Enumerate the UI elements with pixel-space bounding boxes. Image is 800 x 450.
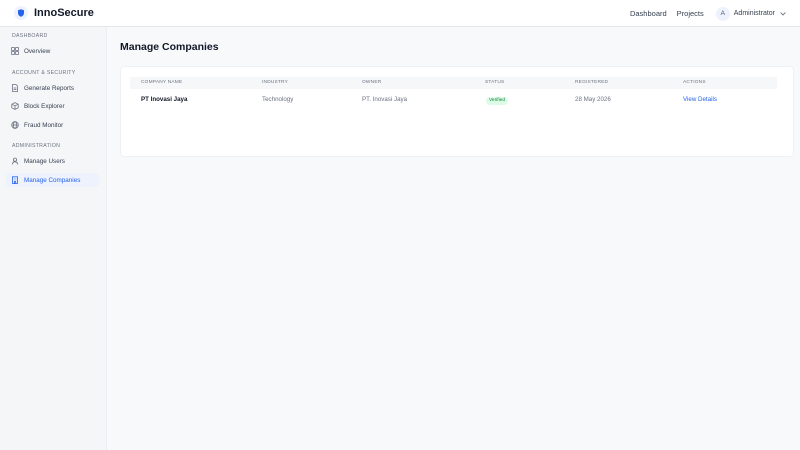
cube-icon bbox=[11, 102, 19, 110]
file-icon bbox=[11, 84, 19, 92]
sidebar-section-administration: ADMINISTRATION bbox=[12, 143, 61, 149]
column-header-status[interactable]: STATUS bbox=[485, 77, 504, 89]
sidebar-section-dashboard: DASHBOARD bbox=[12, 33, 48, 39]
sidebar-item-fraud-monitor[interactable]: Fraud Monitor bbox=[6, 118, 99, 132]
column-header-owner[interactable]: OWNER bbox=[362, 77, 381, 89]
sidebar-item-overview[interactable]: Overview bbox=[6, 44, 99, 58]
column-header-actions: ACTIONS bbox=[683, 80, 706, 85]
sidebar: DASHBOARD Overview ACCOUNT & SECURITY Ge… bbox=[0, 27, 107, 450]
sidebar-item-label: Generate Reports bbox=[24, 84, 75, 92]
main-content: Manage Companies COMPANY NAME INDUSTRY O… bbox=[107, 27, 800, 450]
column-header-company-name[interactable]: COMPANY NAME bbox=[141, 77, 182, 89]
sidebar-item-label: Manage Companies bbox=[24, 176, 81, 184]
grid-icon bbox=[11, 47, 19, 55]
user-icon bbox=[11, 157, 19, 165]
table-header: COMPANY NAME INDUSTRY OWNER STATUS REGIS… bbox=[130, 77, 777, 89]
sidebar-section-account-security: ACCOUNT & SECURITY bbox=[12, 70, 76, 76]
companies-table-card: COMPANY NAME INDUSTRY OWNER STATUS REGIS… bbox=[120, 66, 794, 157]
owner-cell: PT. Inovasi Jaya bbox=[362, 96, 408, 103]
sidebar-item-label: Block Explorer bbox=[24, 102, 65, 110]
building-icon bbox=[11, 176, 19, 184]
user-name: Administrator bbox=[733, 10, 775, 17]
nav-projects-link[interactable]: Projects bbox=[677, 9, 704, 18]
sidebar-item-block-explorer[interactable]: Block Explorer bbox=[6, 99, 99, 113]
sidebar-item-label: Fraud Monitor bbox=[24, 121, 64, 129]
sidebar-item-manage-companies[interactable]: Manage Companies bbox=[6, 173, 99, 187]
view-details-link[interactable]: View Details bbox=[683, 93, 717, 107]
top-navbar: InnoSecure Dashboard Projects A Administ… bbox=[0, 0, 800, 27]
sidebar-item-manage-users[interactable]: Manage Users bbox=[6, 154, 99, 168]
app-name: InnoSecure bbox=[34, 7, 94, 19]
user-menu[interactable]: A Administrator bbox=[715, 6, 786, 21]
page-title: Manage Companies bbox=[120, 41, 219, 53]
top-nav: Dashboard Projects A Administrator bbox=[630, 0, 800, 27]
column-header-registered[interactable]: REGISTERED bbox=[575, 77, 608, 89]
globe-icon bbox=[11, 121, 19, 129]
sidebar-item-label: Overview bbox=[24, 47, 51, 55]
status-badge: Verified bbox=[486, 97, 508, 105]
sidebar-item-label: Manage Users bbox=[24, 157, 65, 165]
chevron-down-icon bbox=[780, 11, 786, 16]
nav-dashboard-link[interactable]: Dashboard bbox=[630, 9, 667, 18]
avatar: A bbox=[715, 6, 730, 21]
column-header-industry[interactable]: INDUSTRY bbox=[262, 77, 288, 89]
sidebar-item-generate-reports[interactable]: Generate Reports bbox=[6, 81, 99, 95]
table-row: PT Inovasi Jaya Technology PT. Inovasi J… bbox=[130, 93, 777, 107]
registered-date-cell: 28 May 2026 bbox=[575, 96, 611, 103]
brand[interactable]: InnoSecure bbox=[14, 6, 94, 20]
industry-cell: Technology bbox=[262, 96, 294, 103]
shield-logo-icon bbox=[14, 6, 28, 20]
company-name-cell: PT Inovasi Jaya bbox=[141, 96, 188, 103]
